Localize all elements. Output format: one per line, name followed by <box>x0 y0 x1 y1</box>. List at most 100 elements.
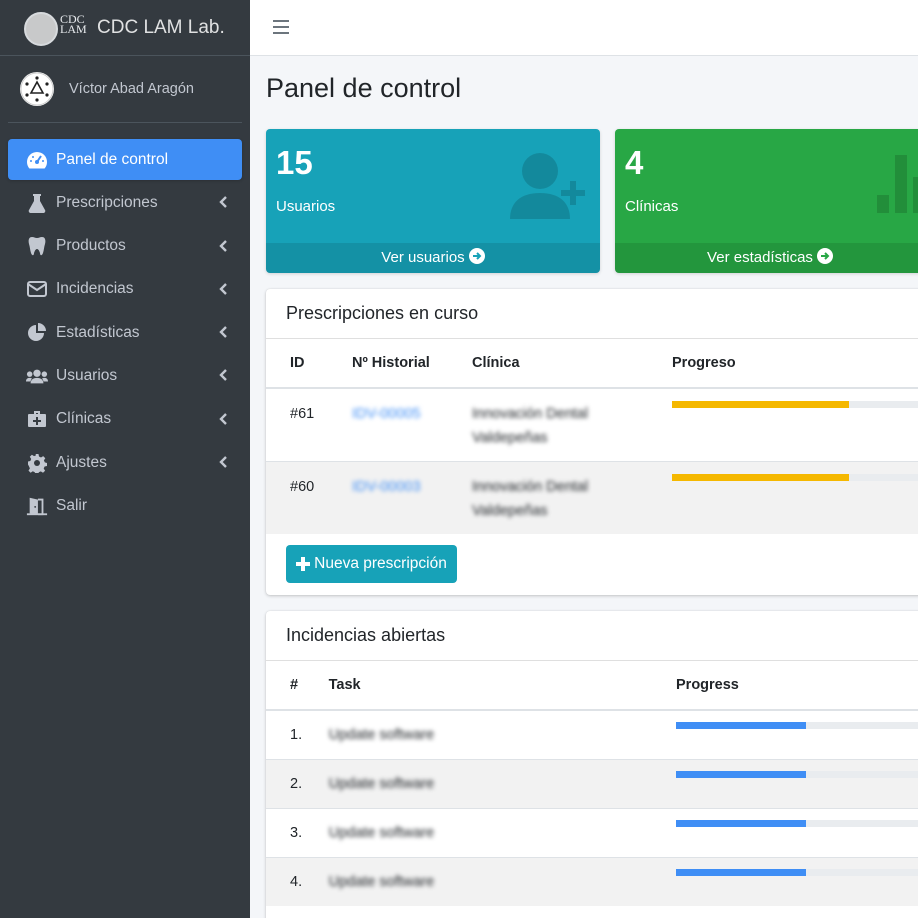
sidebar-item-salir[interactable]: Salir <box>8 485 242 526</box>
sidebar-item-label: Panel de control <box>56 150 169 168</box>
task-label: Update software <box>328 775 435 792</box>
arrow-circle-right-icon <box>468 248 485 264</box>
table-row[interactable]: #61 IDV-00005 Innovación Dental Valdepeña… <box>266 387 918 461</box>
row-task: Update software <box>328 709 676 759</box>
clinica-line-2: Valdepeñas <box>472 430 548 446</box>
column-header-clinica[interactable]: Clínica <box>472 339 672 389</box>
column-header-id[interactable]: ID <box>266 339 352 389</box>
sidebar-item-label: Salir <box>56 496 88 514</box>
bar-chart-icon <box>877 155 918 213</box>
users-label: Usuarios <box>276 198 336 215</box>
row-clinica: Innovación Dental Valdepeñas <box>472 460 672 534</box>
users-summary-box: 15 Usuarios Ver usuarios <box>266 129 600 273</box>
sidebar-item-label: Productos <box>56 237 126 255</box>
sidebar-item-label: Prescripciones <box>56 193 158 211</box>
column-header-historial[interactable]: Nº Historial <box>352 339 472 389</box>
table-row[interactable]: 2. Update software <box>266 758 918 808</box>
sidebar-item-label: Clínicas <box>56 410 112 428</box>
pie-chart-icon <box>26 322 48 344</box>
user-panel[interactable]: Víctor Abad Aragón <box>8 56 242 123</box>
row-number: 2. <box>266 758 329 808</box>
table-row[interactable]: 1. Update software <box>266 709 918 759</box>
column-header-progreso[interactable]: Progreso <box>672 339 918 389</box>
progress-bar <box>676 868 918 876</box>
row-historial[interactable]: IDV-00003 <box>352 460 472 534</box>
chevron-left-icon <box>219 196 227 209</box>
sidebar-item-prescripciones[interactable]: Prescripciones <box>8 182 242 223</box>
clinics-count: 4 <box>625 144 644 181</box>
row-task: Update software <box>328 856 676 906</box>
row-progress <box>676 709 918 759</box>
user-plus-icon <box>510 153 585 219</box>
column-header-number[interactable]: # <box>266 661 329 711</box>
progress-fill <box>676 770 806 778</box>
sidebar-item-productos[interactable]: Productos <box>8 226 242 267</box>
table-header-row: ID Nº Historial Clínica Progreso <box>266 339 918 389</box>
row-number: 3. <box>266 807 329 857</box>
sidebar-item-estadisticas[interactable]: Estadísticas <box>8 312 242 353</box>
new-prescription-button[interactable]: Nueva prescripción <box>286 545 457 583</box>
table-row[interactable]: 4. Update software <box>266 856 918 906</box>
historial-link[interactable]: IDV-00003 <box>352 479 421 495</box>
progress-fill <box>672 473 849 481</box>
brand[interactable]: CDC LAM CDC LAM Lab. <box>0 0 250 56</box>
clinics-summary-box: 4 Clínicas Ver estadísticas <box>615 129 918 273</box>
top-navbar <box>250 0 918 56</box>
chevron-left-icon <box>219 412 227 425</box>
prescriptions-table: ID Nº Historial Clínica Progreso #61 IDV… <box>266 339 918 534</box>
sidebar-item-usuarios[interactable]: Usuarios <box>8 355 242 396</box>
row-historial[interactable]: IDV-00005 <box>352 387 472 461</box>
sidebar-item-label: Estadísticas <box>56 323 140 341</box>
row-id: #61 <box>266 387 352 461</box>
progress-fill <box>676 819 806 827</box>
user-name: Víctor Abad Aragón <box>69 81 194 97</box>
historial-link[interactable]: IDV-00005 <box>352 406 421 422</box>
row-clinica: Innovación Dental Valdepeñas <box>472 387 672 461</box>
envelope-icon <box>26 278 48 300</box>
chevron-left-icon <box>219 239 227 252</box>
clinica-line-1: Innovación Dental <box>472 406 589 422</box>
progress-fill <box>672 401 849 408</box>
column-header-progress[interactable]: Progress <box>676 661 918 711</box>
task-label: Update software <box>328 824 435 841</box>
sidebar-item-clinicas[interactable]: Clínicas <box>8 399 242 440</box>
users-icon <box>26 365 48 387</box>
prescriptions-card-title: Prescripciones en curso <box>266 289 918 339</box>
page-title: Panel de control <box>266 73 462 103</box>
gear-icon <box>26 452 48 474</box>
chevron-left-icon <box>219 456 227 468</box>
chevron-left-icon <box>219 283 227 295</box>
plus-icon <box>296 557 311 571</box>
progress-fill <box>676 868 806 876</box>
progress-bar <box>676 770 918 778</box>
sidebar-item-panel-de-control[interactable]: Panel de control <box>8 139 242 180</box>
task-label: Update software <box>328 727 435 743</box>
ver-estadisticas-link[interactable]: Ver estadísticas <box>615 243 918 273</box>
sidebar-item-label: Incidencias <box>56 280 134 298</box>
tooth-icon <box>26 235 48 257</box>
row-number: 1. <box>266 709 329 759</box>
row-progress <box>676 807 918 857</box>
brand-name: CDC LAM Lab. <box>97 16 225 38</box>
avatar <box>20 72 54 106</box>
column-header-task[interactable]: Task <box>328 661 676 711</box>
new-prescription-label: Nueva prescripción <box>314 555 447 572</box>
tachometer-icon <box>26 149 48 171</box>
table-header-row: # Task Progress <box>266 661 918 711</box>
table-row[interactable]: 3. Update software <box>266 807 918 857</box>
incidences-card: Incidencias abiertas # Task Progress 1. U… <box>266 611 918 918</box>
prescriptions-card: Prescripciones en curso ID Nº Historial … <box>266 289 918 595</box>
row-progreso <box>672 387 918 461</box>
sidebar-item-ajustes[interactable]: Ajustes <box>8 442 242 483</box>
progress-bar <box>672 401 918 408</box>
incidences-table: # Task Progress 1. Update software 2. Updat… <box>266 661 918 906</box>
menu-toggle-icon[interactable] <box>273 20 289 36</box>
row-progress <box>676 856 918 906</box>
chevron-left-icon <box>219 369 227 382</box>
table-row[interactable]: #60 IDV-00003 Innovación Dental Valdepeña… <box>266 460 918 534</box>
sidebar-item-incidencias[interactable]: Incidencias <box>8 269 242 310</box>
ver-usuarios-link[interactable]: Ver usuarios <box>266 243 600 273</box>
row-task: Update software <box>328 807 676 857</box>
flask-icon <box>26 192 48 214</box>
sidebar: CDC LAM CDC LAM Lab. Víctor Abad Aragón P… <box>0 0 250 918</box>
